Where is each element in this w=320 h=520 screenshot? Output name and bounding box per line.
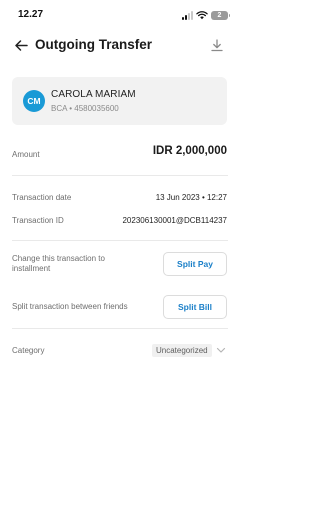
status-icons: 2 — [182, 9, 230, 21]
recipient-account: BCA • 4580035600 — [51, 104, 119, 113]
amount-label: Amount — [12, 150, 40, 159]
split-bill-button[interactable]: Split Bill — [163, 295, 227, 319]
status-time: 12.27 — [18, 9, 44, 20]
avatar: CM — [23, 90, 45, 112]
status-bar: 12.27 2 — [0, 0, 240, 30]
category-chip[interactable]: Uncategorized — [152, 344, 212, 357]
recipient-name: CAROLA MARIAM — [51, 89, 136, 100]
divider — [12, 240, 228, 241]
transaction-id-label: Transaction ID — [12, 216, 64, 225]
battery-icon: 2 — [211, 10, 230, 20]
transaction-date-value: 13 Jun 2023 • 12:27 — [155, 193, 227, 202]
signal-icon — [182, 10, 193, 20]
battery-level: 2 — [217, 11, 222, 19]
divider — [12, 328, 228, 329]
transaction-id-value: 202306130001@DCB114237 — [122, 216, 227, 225]
download-icon — [211, 38, 223, 51]
app-bar: Outgoing Transfer — [0, 30, 240, 60]
recipient-card: CM CAROLA MARIAM BCA • 4580035600 — [12, 77, 227, 125]
divider — [12, 175, 228, 176]
back-arrow-icon — [14, 39, 28, 51]
transaction-date-label: Transaction date — [12, 193, 72, 202]
amount-value: IDR 2,000,000 — [152, 145, 227, 157]
download-button[interactable] — [208, 36, 226, 54]
back-button[interactable] — [12, 36, 30, 54]
split-bill-text: Split transaction between friends — [12, 302, 128, 311]
split-pay-button[interactable]: Split Pay — [163, 252, 227, 276]
page-title: Outgoing Transfer — [35, 37, 153, 52]
chevron-down-icon[interactable] — [216, 345, 226, 355]
category-label: Category — [12, 346, 45, 355]
wifi-icon — [196, 11, 208, 20]
installment-text: Change this transaction to installment — [12, 254, 105, 273]
